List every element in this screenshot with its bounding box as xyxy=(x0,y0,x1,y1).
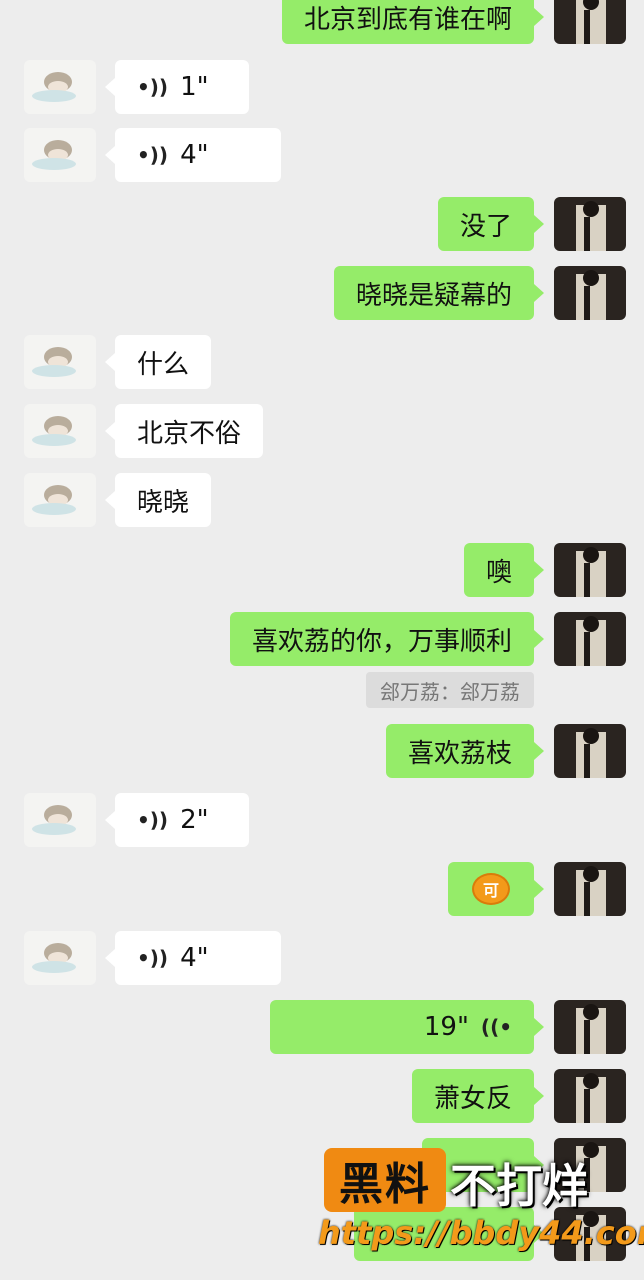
outgoing-text-bubble[interactable]: 萧女反 xyxy=(411,1069,545,1123)
voice-duration: 4" xyxy=(180,140,209,170)
outgoing-text-bubble[interactable]: 喜欢荔枝 xyxy=(385,724,545,778)
outgoing-text-bubble[interactable]: 没了 xyxy=(437,197,545,251)
incoming-text-bubble[interactable]: 晓晓 xyxy=(104,473,212,527)
chat-window: 北京到底有谁在啊 •)) 1" •)) 4" 没了 晓晓是疑幕的 什么 北京不俗… xyxy=(0,0,644,1280)
voice-wave-icon: •)) xyxy=(137,75,169,99)
contact-avatar[interactable] xyxy=(24,793,96,847)
incoming-voice-bubble[interactable]: •)) 4" xyxy=(105,128,281,182)
outgoing-voice-bubble[interactable]: 19" ((• xyxy=(270,1000,544,1054)
contact-avatar[interactable] xyxy=(24,128,96,182)
self-avatar[interactable] xyxy=(554,612,626,666)
outgoing-text-bubble[interactable]: 北京到底有谁在啊 xyxy=(281,0,545,44)
contact-avatar[interactable] xyxy=(24,931,96,985)
outgoing-text-bubble[interactable]: 噢 xyxy=(463,543,545,597)
self-avatar[interactable] xyxy=(554,266,626,320)
voice-duration: 1" xyxy=(180,72,209,102)
voice-wave-icon: •)) xyxy=(137,946,169,970)
self-avatar[interactable] xyxy=(554,724,626,778)
watermark-logo: 黑料 不打烊 https://bbdy44.com xyxy=(318,1148,644,1258)
self-avatar[interactable] xyxy=(554,1069,626,1123)
self-avatar[interactable] xyxy=(554,862,626,916)
quoted-reply[interactable]: 郐万荔：郐万荔 xyxy=(366,672,534,708)
contact-avatar[interactable] xyxy=(24,60,96,114)
voice-duration: 2" xyxy=(180,805,209,835)
voice-wave-icon: ((• xyxy=(480,1015,512,1039)
outgoing-text-bubble[interactable]: 喜欢荔的你，万事顺利 xyxy=(229,612,545,666)
incoming-text-bubble[interactable]: 什么 xyxy=(104,335,212,389)
sticker-icon: 可 xyxy=(472,873,510,905)
contact-avatar[interactable] xyxy=(24,404,96,458)
outgoing-text-bubble[interactable]: 晓晓是疑幕的 xyxy=(333,266,545,320)
voice-duration: 19" xyxy=(423,1012,469,1042)
self-avatar[interactable] xyxy=(554,1000,626,1054)
outgoing-sticker-bubble[interactable]: 可 xyxy=(448,862,544,916)
voice-wave-icon: •)) xyxy=(137,143,169,167)
incoming-voice-bubble[interactable]: •)) 1" xyxy=(105,60,249,114)
voice-wave-icon: •)) xyxy=(137,808,169,832)
self-avatar[interactable] xyxy=(554,543,626,597)
watermark-badge: 黑料 xyxy=(324,1148,446,1212)
contact-avatar[interactable] xyxy=(24,473,96,527)
self-avatar[interactable] xyxy=(554,0,626,44)
watermark-url: https://bbdy44.com xyxy=(318,1214,644,1252)
incoming-voice-bubble[interactable]: •)) 4" xyxy=(105,931,281,985)
contact-avatar[interactable] xyxy=(24,335,96,389)
self-avatar[interactable] xyxy=(554,197,626,251)
incoming-text-bubble[interactable]: 北京不俗 xyxy=(104,404,264,458)
voice-duration: 4" xyxy=(180,943,209,973)
incoming-voice-bubble[interactable]: •)) 2" xyxy=(105,793,249,847)
watermark-text: 不打烊 xyxy=(450,1159,588,1213)
